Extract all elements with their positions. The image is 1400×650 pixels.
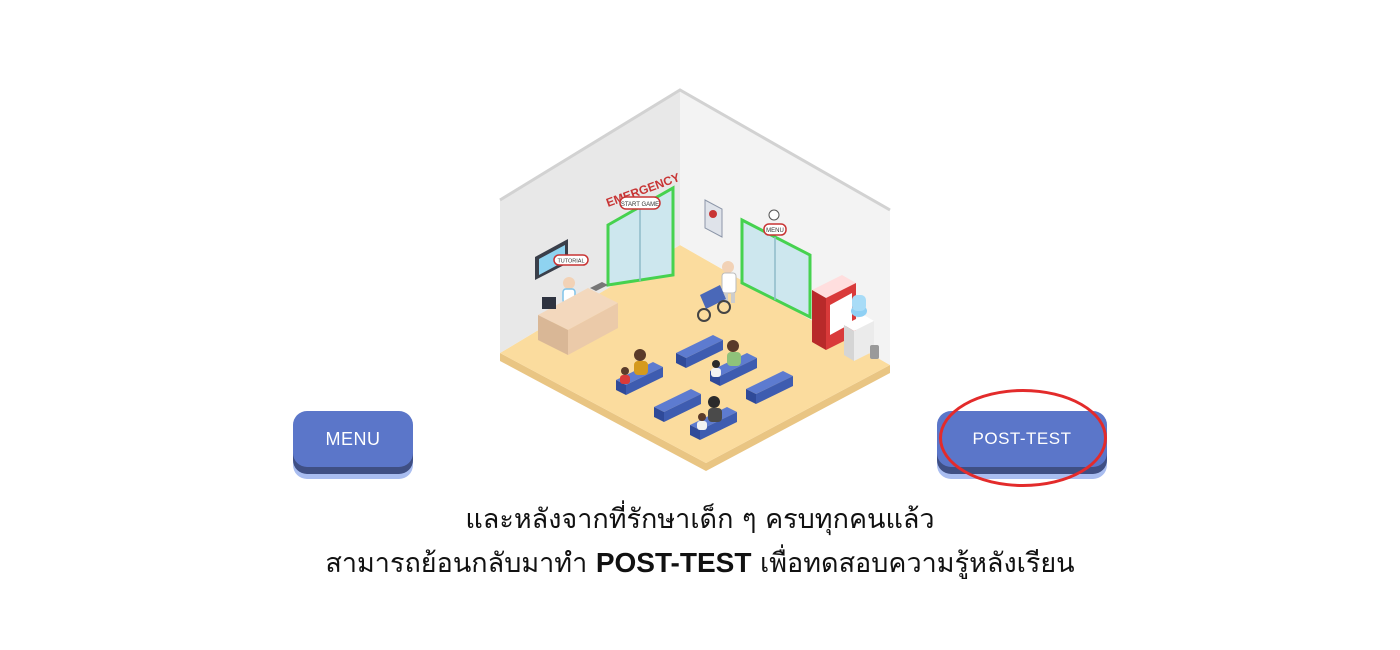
- computer-monitor: [542, 297, 556, 309]
- tutorial-tag-label: TUTORIAL: [557, 259, 584, 265]
- caption-line-2-end: เพื่อทดสอบความรู้หลังเรียน: [751, 548, 1075, 579]
- menu-button[interactable]: MENU: [293, 411, 413, 467]
- hospital-room-svg: EMERGENCY START GAME MENU TUTORIAL: [499, 88, 891, 471]
- caption-line-2: สามารถย้อนกลับมาทำ POST-TEST เพื่อทดสอบค…: [0, 541, 1400, 585]
- trash-bin: [870, 345, 879, 359]
- caption-post-test-keyword: POST-TEST: [595, 547, 752, 578]
- post-test-button[interactable]: POST-TEST: [937, 411, 1107, 467]
- caption-line-1: และหลังจากที่รักษาเด็ก ๆ ครบทุกคนแล้ว: [465, 504, 935, 535]
- start-game-label: START GAME: [621, 202, 659, 208]
- patient: [711, 360, 721, 377]
- post-test-button-label: POST-TEST: [972, 429, 1072, 448]
- menu-tag-label: MENU: [766, 228, 784, 234]
- doctor: [722, 261, 734, 273]
- patient: [697, 413, 707, 430]
- nurse: [563, 277, 575, 289]
- patient: [620, 367, 630, 384]
- wall-clock-icon: [768, 209, 780, 221]
- caption-line-2-start: สามารถย้อนกลับมาทำ: [325, 548, 596, 579]
- menu-button-label: MENU: [325, 428, 381, 449]
- hospital-room-illustration: EMERGENCY START GAME MENU TUTORIAL: [490, 85, 900, 475]
- instruction-caption: และหลังจากที่รักษาเด็ก ๆ ครบทุกคนแล้ว สา…: [0, 498, 1400, 585]
